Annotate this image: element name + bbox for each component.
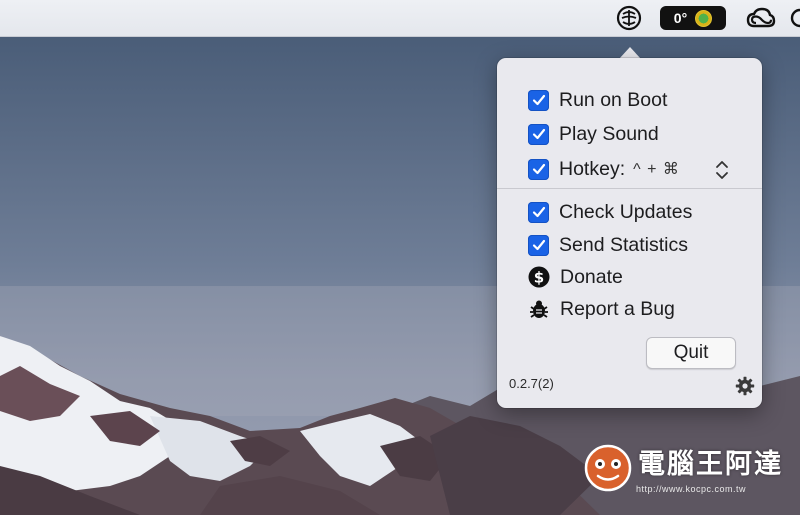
donate-menu-item[interactable]: $ Donate [528, 263, 623, 291]
quit-button[interactable]: Quit [646, 337, 736, 369]
dollar-coin-icon: $ [528, 266, 550, 288]
version-label: 0.2.7(2) [509, 376, 554, 391]
watermark-url: http://www.kocpc.com.tw [636, 484, 747, 494]
report-bug-label: Report a Bug [560, 297, 675, 320]
brain-app-icon [616, 5, 642, 31]
temperature-value: 0° [673, 10, 688, 26]
send-statistics-label: Send Statistics [559, 233, 688, 256]
checkmark-icon [532, 206, 545, 218]
hotkey-stepper[interactable] [713, 158, 731, 182]
check-updates-option[interactable]: Check Updates [528, 198, 692, 226]
play-sound-option[interactable]: Play Sound [528, 120, 659, 148]
menu-bar: 0° [0, 0, 800, 37]
check-updates-label: Check Updates [559, 200, 693, 223]
bug-icon [528, 298, 550, 320]
run-on-boot-option[interactable]: Run on Boot [528, 86, 667, 114]
checkmark-icon [532, 128, 545, 140]
send-statistics-option[interactable]: Send Statistics [528, 231, 688, 259]
mascot-logo-icon [584, 444, 632, 492]
checkmark-icon [532, 239, 545, 251]
run-on-boot-label: Run on Boot [559, 88, 668, 111]
hotkey-checkbox[interactable] [528, 158, 549, 180]
gear-icon[interactable] [735, 376, 755, 396]
watermark: 電腦王阿達 http://www.kocpc.com.tw [582, 440, 792, 500]
menubar-overflow-icon[interactable] [790, 0, 800, 36]
hotkey-option[interactable]: Hotkey: ^ + ⌘ [528, 155, 680, 183]
checkmark-icon [532, 163, 545, 175]
report-bug-menu-item[interactable]: Report a Bug [528, 295, 675, 323]
svg-text:$: $ [534, 269, 544, 287]
send-statistics-checkbox[interactable] [528, 234, 549, 256]
app-menubar-icon[interactable] [612, 0, 646, 36]
hotkey-modifiers: ^ + ⌘ [633, 161, 680, 178]
app-popover-menu: Run on Boot Play Sound Hotkey: ^ + ⌘ Che… [497, 58, 762, 408]
play-sound-label: Play Sound [559, 122, 659, 145]
play-sound-checkbox[interactable] [528, 123, 549, 145]
run-on-boot-checkbox[interactable] [528, 89, 549, 111]
creative-cloud-icon[interactable] [743, 0, 779, 36]
watermark-title: 電腦王阿達 [638, 449, 783, 480]
donate-label: Donate [560, 265, 623, 288]
hotkey-label: Hotkey: [559, 157, 626, 180]
check-updates-checkbox[interactable] [528, 201, 549, 223]
status-dot-icon [695, 9, 713, 27]
checkmark-icon [532, 94, 545, 106]
temperature-widget[interactable]: 0° [660, 6, 726, 30]
updown-chevron-icon [716, 161, 728, 179]
menu-divider [497, 188, 762, 189]
